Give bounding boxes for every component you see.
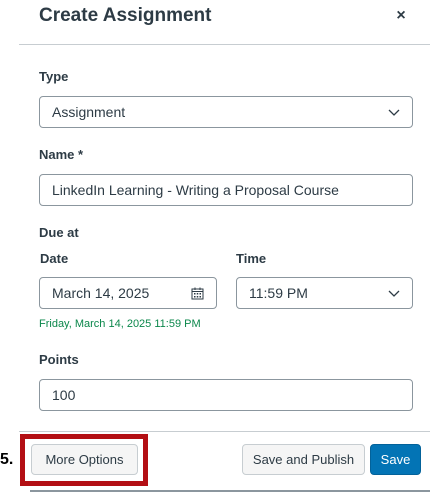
type-select[interactable]: Assignment <box>39 96 413 128</box>
more-options-button[interactable]: More Options <box>31 444 138 475</box>
close-icon[interactable]: × <box>392 7 410 25</box>
save-button[interactable]: Save <box>370 444 421 475</box>
bottom-edge <box>30 490 430 492</box>
points-input[interactable]: 100 <box>39 379 413 411</box>
time-select[interactable]: 11:59 PM <box>236 277 413 309</box>
type-label: Type <box>39 69 69 84</box>
type-select-value: Assignment <box>52 104 126 120</box>
step-marker: 5. <box>0 451 14 468</box>
name-input[interactable]: LinkedIn Learning - Writing a Proposal C… <box>39 174 413 206</box>
time-select-value: 11:59 PM <box>249 285 308 301</box>
name-label: Name * <box>39 147 84 162</box>
date-label: Date <box>40 251 69 266</box>
name-input-value: LinkedIn Learning - Writing a Proposal C… <box>52 182 339 198</box>
save-and-publish-button[interactable]: Save and Publish <box>242 444 365 475</box>
points-label: Points <box>39 352 79 367</box>
dialog-title: Create Assignment <box>39 5 212 26</box>
date-input-value: March 14, 2025 <box>52 285 150 301</box>
points-input-value: 100 <box>52 387 76 403</box>
due-date-summary: Friday, March 14, 2025 11:59 PM <box>39 318 201 330</box>
date-input[interactable]: March 14, 2025 <box>39 277 217 309</box>
due-at-label: Due at <box>39 225 79 240</box>
time-label: Time <box>236 251 267 266</box>
calendar-icon[interactable] <box>191 287 204 300</box>
chevron-down-icon <box>388 290 400 297</box>
footer-divider <box>19 431 430 432</box>
chevron-down-icon <box>388 109 400 116</box>
header-divider <box>19 44 430 45</box>
